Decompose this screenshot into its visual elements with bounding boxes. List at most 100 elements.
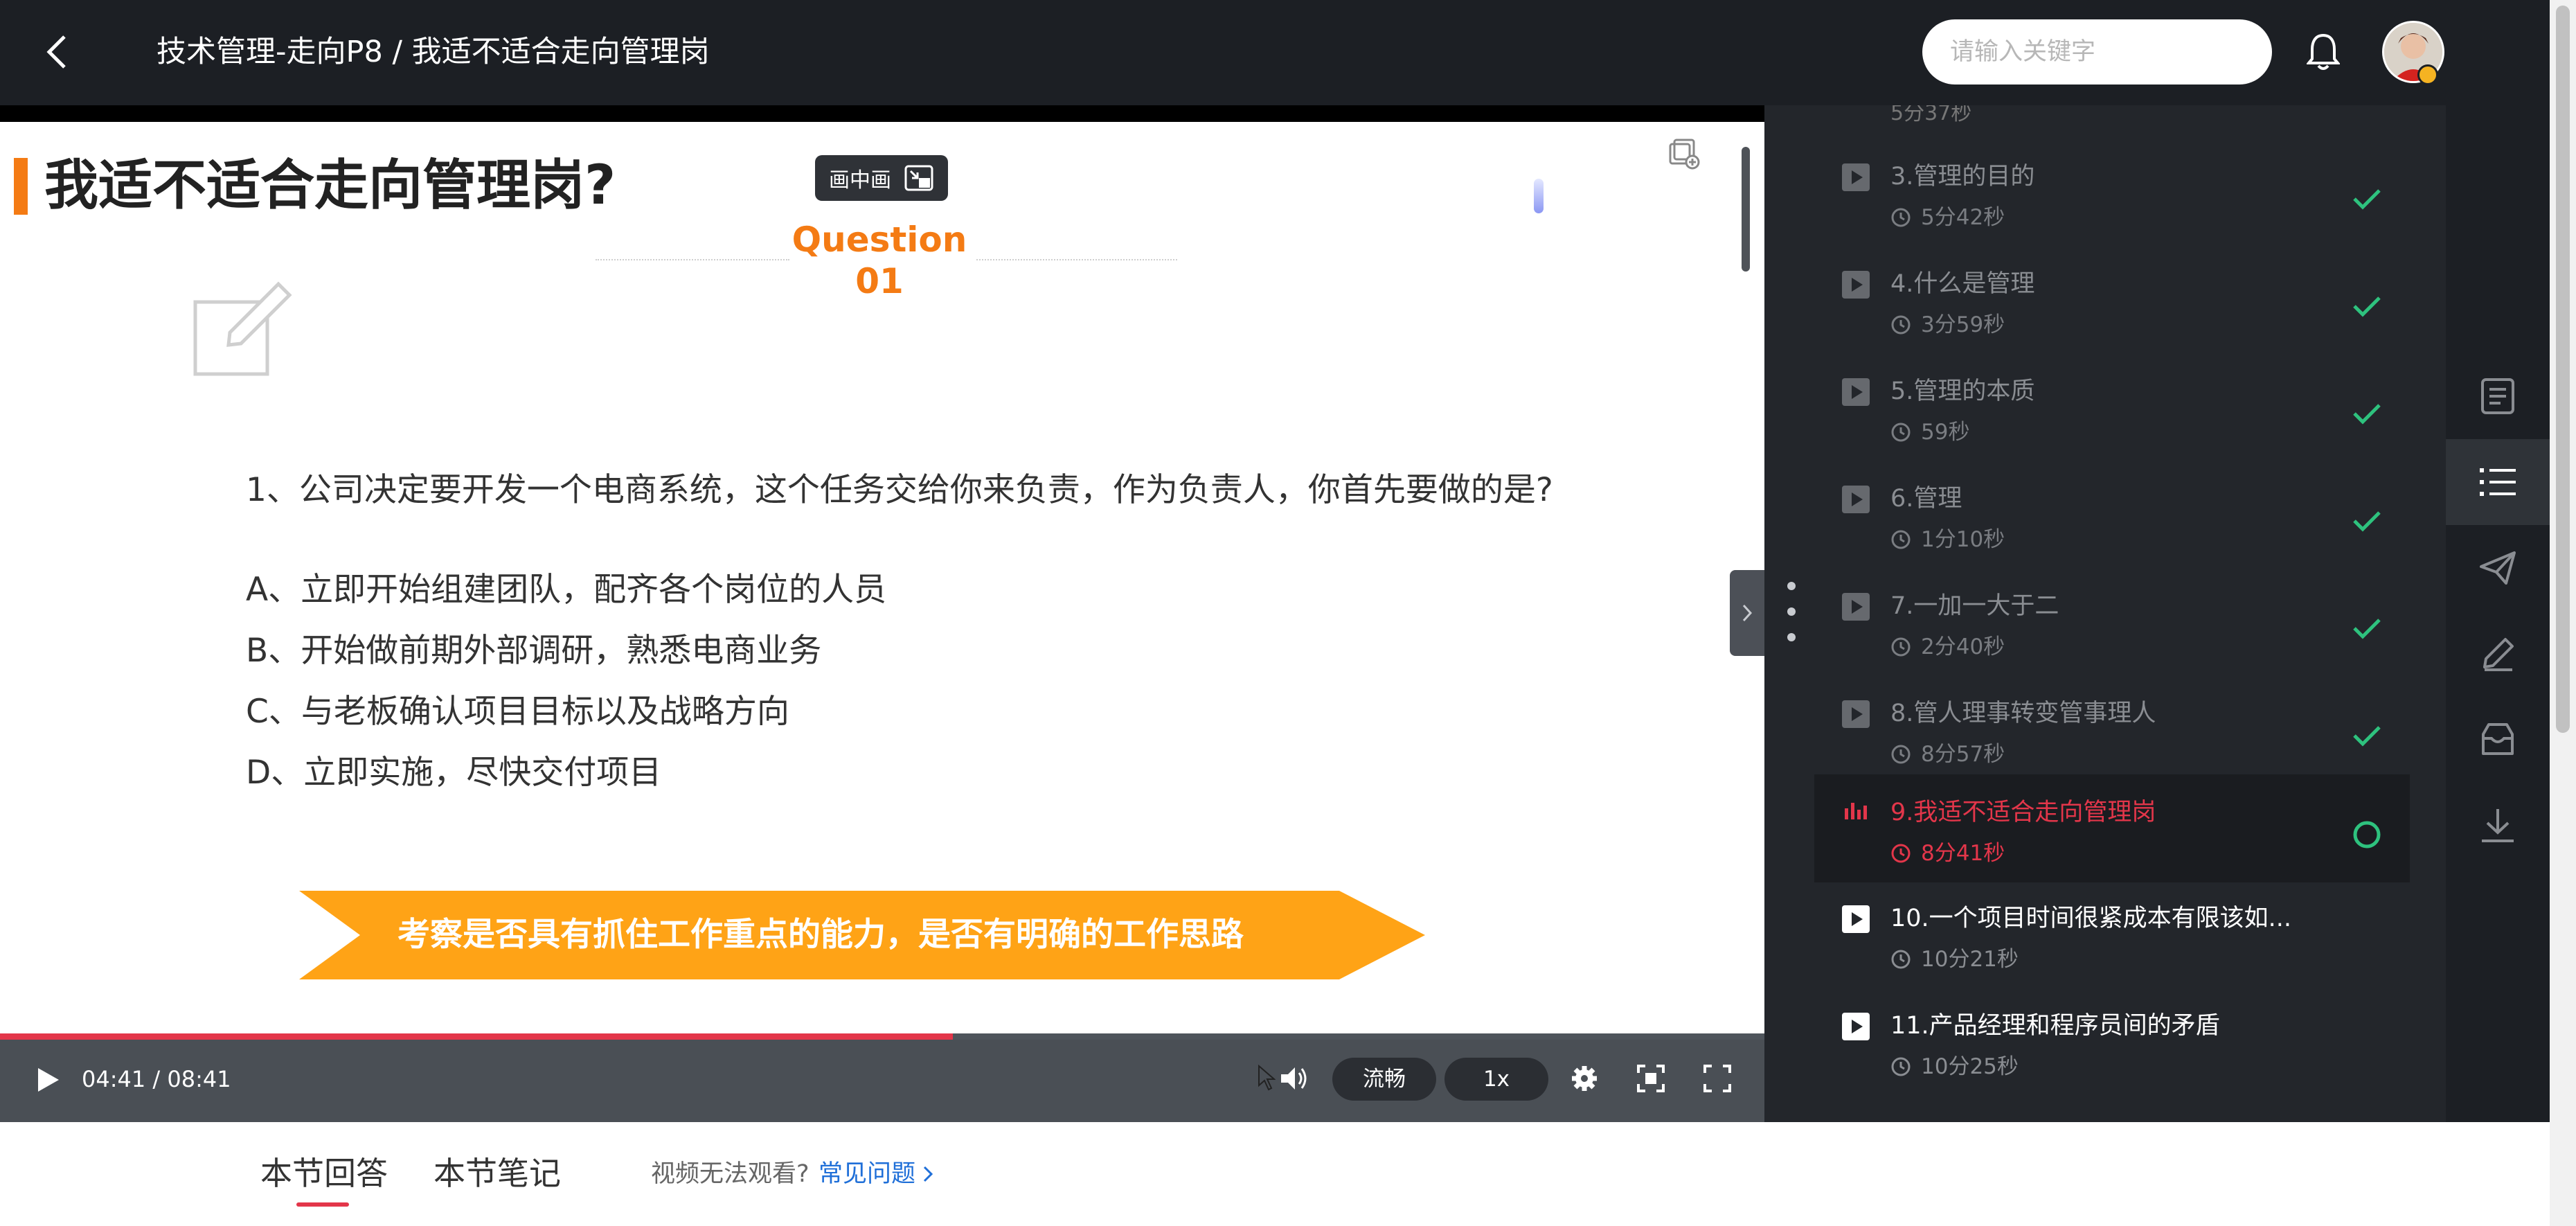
lesson-item[interactable]: 4.什么是管理 3分59秒 bbox=[1814, 249, 2410, 357]
notification-button[interactable] bbox=[2298, 26, 2349, 78]
lesson-duration: 5分42秒 bbox=[1921, 205, 2005, 230]
lesson-play-icon bbox=[1842, 1013, 1870, 1040]
clock-icon bbox=[1891, 208, 1911, 227]
question-number: 01 bbox=[855, 261, 904, 301]
settings-button[interactable] bbox=[1565, 1059, 1604, 1098]
side-toolbar bbox=[2446, 105, 2550, 1122]
tab-notes[interactable]: 本节笔记 bbox=[433, 1151, 561, 1196]
lesson-item[interactable]: 11.产品经理和程序员间的矛盾 10分25秒 bbox=[1814, 990, 2410, 1099]
clock-icon bbox=[1891, 530, 1911, 549]
lesson-play-icon bbox=[1842, 905, 1870, 933]
banner-text: 考察是否具有抓住工作重点的能力，是否有明确的工作思路 bbox=[397, 916, 1244, 954]
question-label: Question bbox=[791, 220, 967, 260]
lesson-duration: 59秒 bbox=[1921, 420, 1970, 445]
lesson-item[interactable]: 3.管理的目的 5分42秒 bbox=[1814, 141, 2410, 249]
top-header: 技术管理-走向P8 / 我适不适合走向管理岗 bbox=[0, 0, 2576, 105]
lesson-play-icon bbox=[1842, 271, 1870, 299]
lesson-item[interactable]: 10.一个项目时间很紧成本有限该如... 10分21秒 bbox=[1814, 883, 2410, 991]
clock-icon bbox=[1891, 637, 1911, 657]
fullscreen-icon bbox=[1703, 1065, 1731, 1092]
lesson-duration: 1分10秒 bbox=[1921, 527, 2005, 552]
lesson-duration: 10分25秒 bbox=[1921, 1054, 2019, 1079]
lesson-duration: 8分57秒 bbox=[1921, 742, 2005, 767]
video-help-hint: 视频无法观看? bbox=[651, 1160, 810, 1188]
slide-heading: 我适不适合走向管理岗? bbox=[44, 154, 616, 217]
lesson-duration: 3分59秒 bbox=[1921, 312, 2005, 337]
download-icon bbox=[2482, 809, 2514, 842]
lesson-item[interactable]: 8.管人理事转变管事理人 8分57秒 bbox=[1814, 678, 2410, 786]
back-button[interactable] bbox=[33, 28, 82, 76]
chapter-list-button[interactable] bbox=[2446, 439, 2550, 525]
clock-icon bbox=[1891, 745, 1911, 764]
video-frame: 我适不适合走向管理岗? 画中画 Question 01 1、公司决定要开发一个电… bbox=[0, 122, 1764, 1045]
share-button[interactable] bbox=[2446, 525, 2550, 611]
materials-button[interactable] bbox=[2446, 697, 2550, 783]
partial-lesson-duration: 5分37秒 bbox=[1890, 105, 1972, 125]
play-icon bbox=[38, 1068, 59, 1092]
lesson-play-icon bbox=[1842, 700, 1870, 728]
pip-label: 画中画 bbox=[829, 168, 891, 193]
faq-label: 常见问题 bbox=[819, 1160, 916, 1188]
quality-selector[interactable]: 流畅 bbox=[1332, 1058, 1436, 1101]
lesson-item[interactable]: 6.管理 1分10秒 bbox=[1814, 463, 2410, 571]
course-intro-button[interactable] bbox=[2446, 353, 2550, 439]
chevron-right-icon bbox=[1742, 604, 1753, 622]
lesson-item[interactable]: 5.管理的本质 59秒 bbox=[1814, 356, 2410, 464]
chevron-left-icon bbox=[46, 35, 66, 69]
clock-icon bbox=[1891, 1057, 1911, 1076]
tab-answers[interactable]: 本节回答 bbox=[260, 1151, 388, 1196]
clock-icon bbox=[1891, 315, 1911, 335]
time-display: 04:41 / 08:41 bbox=[82, 1066, 231, 1092]
lesson-title: 5.管理的本质 bbox=[1890, 377, 2035, 405]
lesson-title: 6.管理 bbox=[1890, 485, 1962, 513]
chapter-list-scrollbar[interactable] bbox=[1742, 147, 1750, 272]
lesson-item[interactable]: 7.一加一大于二 2分40秒 bbox=[1814, 571, 2410, 679]
web-fullscreen-button[interactable] bbox=[1631, 1059, 1670, 1098]
question-divider-right bbox=[976, 259, 1177, 260]
question-divider-left bbox=[596, 259, 789, 260]
collapse-panel-handle[interactable] bbox=[1730, 570, 1764, 656]
completed-check-icon bbox=[2351, 612, 2383, 644]
volume-icon bbox=[1281, 1067, 1307, 1090]
search-box[interactable] bbox=[1922, 19, 2272, 85]
search-input[interactable] bbox=[1950, 38, 2255, 66]
speed-selector[interactable]: 1x bbox=[1444, 1058, 1548, 1101]
mouse-cursor-icon bbox=[1258, 1065, 1276, 1091]
lesson-item-partial[interactable] bbox=[1814, 1103, 2410, 1122]
progress-bar[interactable] bbox=[0, 1033, 1764, 1040]
drag-handle-icon[interactable] bbox=[1785, 579, 1798, 644]
question-options: A、立即开始组建团队，配齐各个岗位的人员 B、开始做前期外部调研，熟悉电商业务 … bbox=[246, 560, 886, 803]
video-player[interactable]: 我适不适合走向管理岗? 画中画 Question 01 1、公司决定要开发一个电… bbox=[0, 105, 1764, 1122]
inbox-icon bbox=[2482, 723, 2514, 755]
completed-check-icon bbox=[2351, 505, 2383, 537]
picture-in-picture-button[interactable]: 画中画 bbox=[815, 155, 948, 201]
player-controls: 04:41 / 08:41 流畅 1x bbox=[0, 1040, 1764, 1122]
notes-button[interactable] bbox=[2446, 611, 2550, 697]
screenshot-icon[interactable] bbox=[1665, 134, 1703, 173]
lesson-play-icon bbox=[1842, 378, 1870, 406]
lesson-item-current[interactable]: 9.我适不适合走向管理岗 8分41秒 bbox=[1814, 774, 2410, 882]
page-title: 技术管理-走向P8 / 我适不适合走向管理岗 bbox=[156, 35, 710, 69]
chapter-list[interactable]: 5分37秒 3.管理的目的 5分42秒 4.什么是管理 3分59秒 5.管理的本… bbox=[1764, 105, 2446, 1122]
play-button[interactable] bbox=[29, 1060, 68, 1099]
lesson-title: 10.一个项目时间很紧成本有限该如... bbox=[1890, 905, 2292, 932]
lesson-title: 3.管理的目的 bbox=[1890, 163, 2035, 190]
chevron-right-icon bbox=[923, 1166, 933, 1182]
clock-icon bbox=[1891, 844, 1911, 863]
pencil-icon bbox=[2483, 638, 2514, 671]
faq-link[interactable]: 常见问题 bbox=[819, 1157, 933, 1191]
vip-badge-icon bbox=[2417, 64, 2438, 85]
pip-icon bbox=[904, 165, 933, 191]
paper-plane-icon bbox=[2480, 551, 2516, 585]
completed-check-icon bbox=[2351, 720, 2383, 752]
bottom-tabs: 本节回答 本节笔记 视频无法观看? 常见问题 bbox=[0, 1122, 2550, 1226]
lesson-title: 8.管人理事转变管事理人 bbox=[1890, 700, 2156, 727]
lesson-title: 7.一加一大于二 bbox=[1890, 592, 2059, 620]
fullscreen-button[interactable] bbox=[1698, 1059, 1737, 1098]
download-button[interactable] bbox=[2446, 783, 2550, 869]
volume-button[interactable] bbox=[1276, 1059, 1314, 1098]
page-scrollbar-thumb[interactable] bbox=[2556, 6, 2570, 733]
option-a: A、立即开始组建团队，配齐各个岗位的人员 bbox=[246, 571, 887, 609]
slide-decoration bbox=[1534, 179, 1544, 213]
in-progress-circle-icon bbox=[2351, 819, 2383, 851]
